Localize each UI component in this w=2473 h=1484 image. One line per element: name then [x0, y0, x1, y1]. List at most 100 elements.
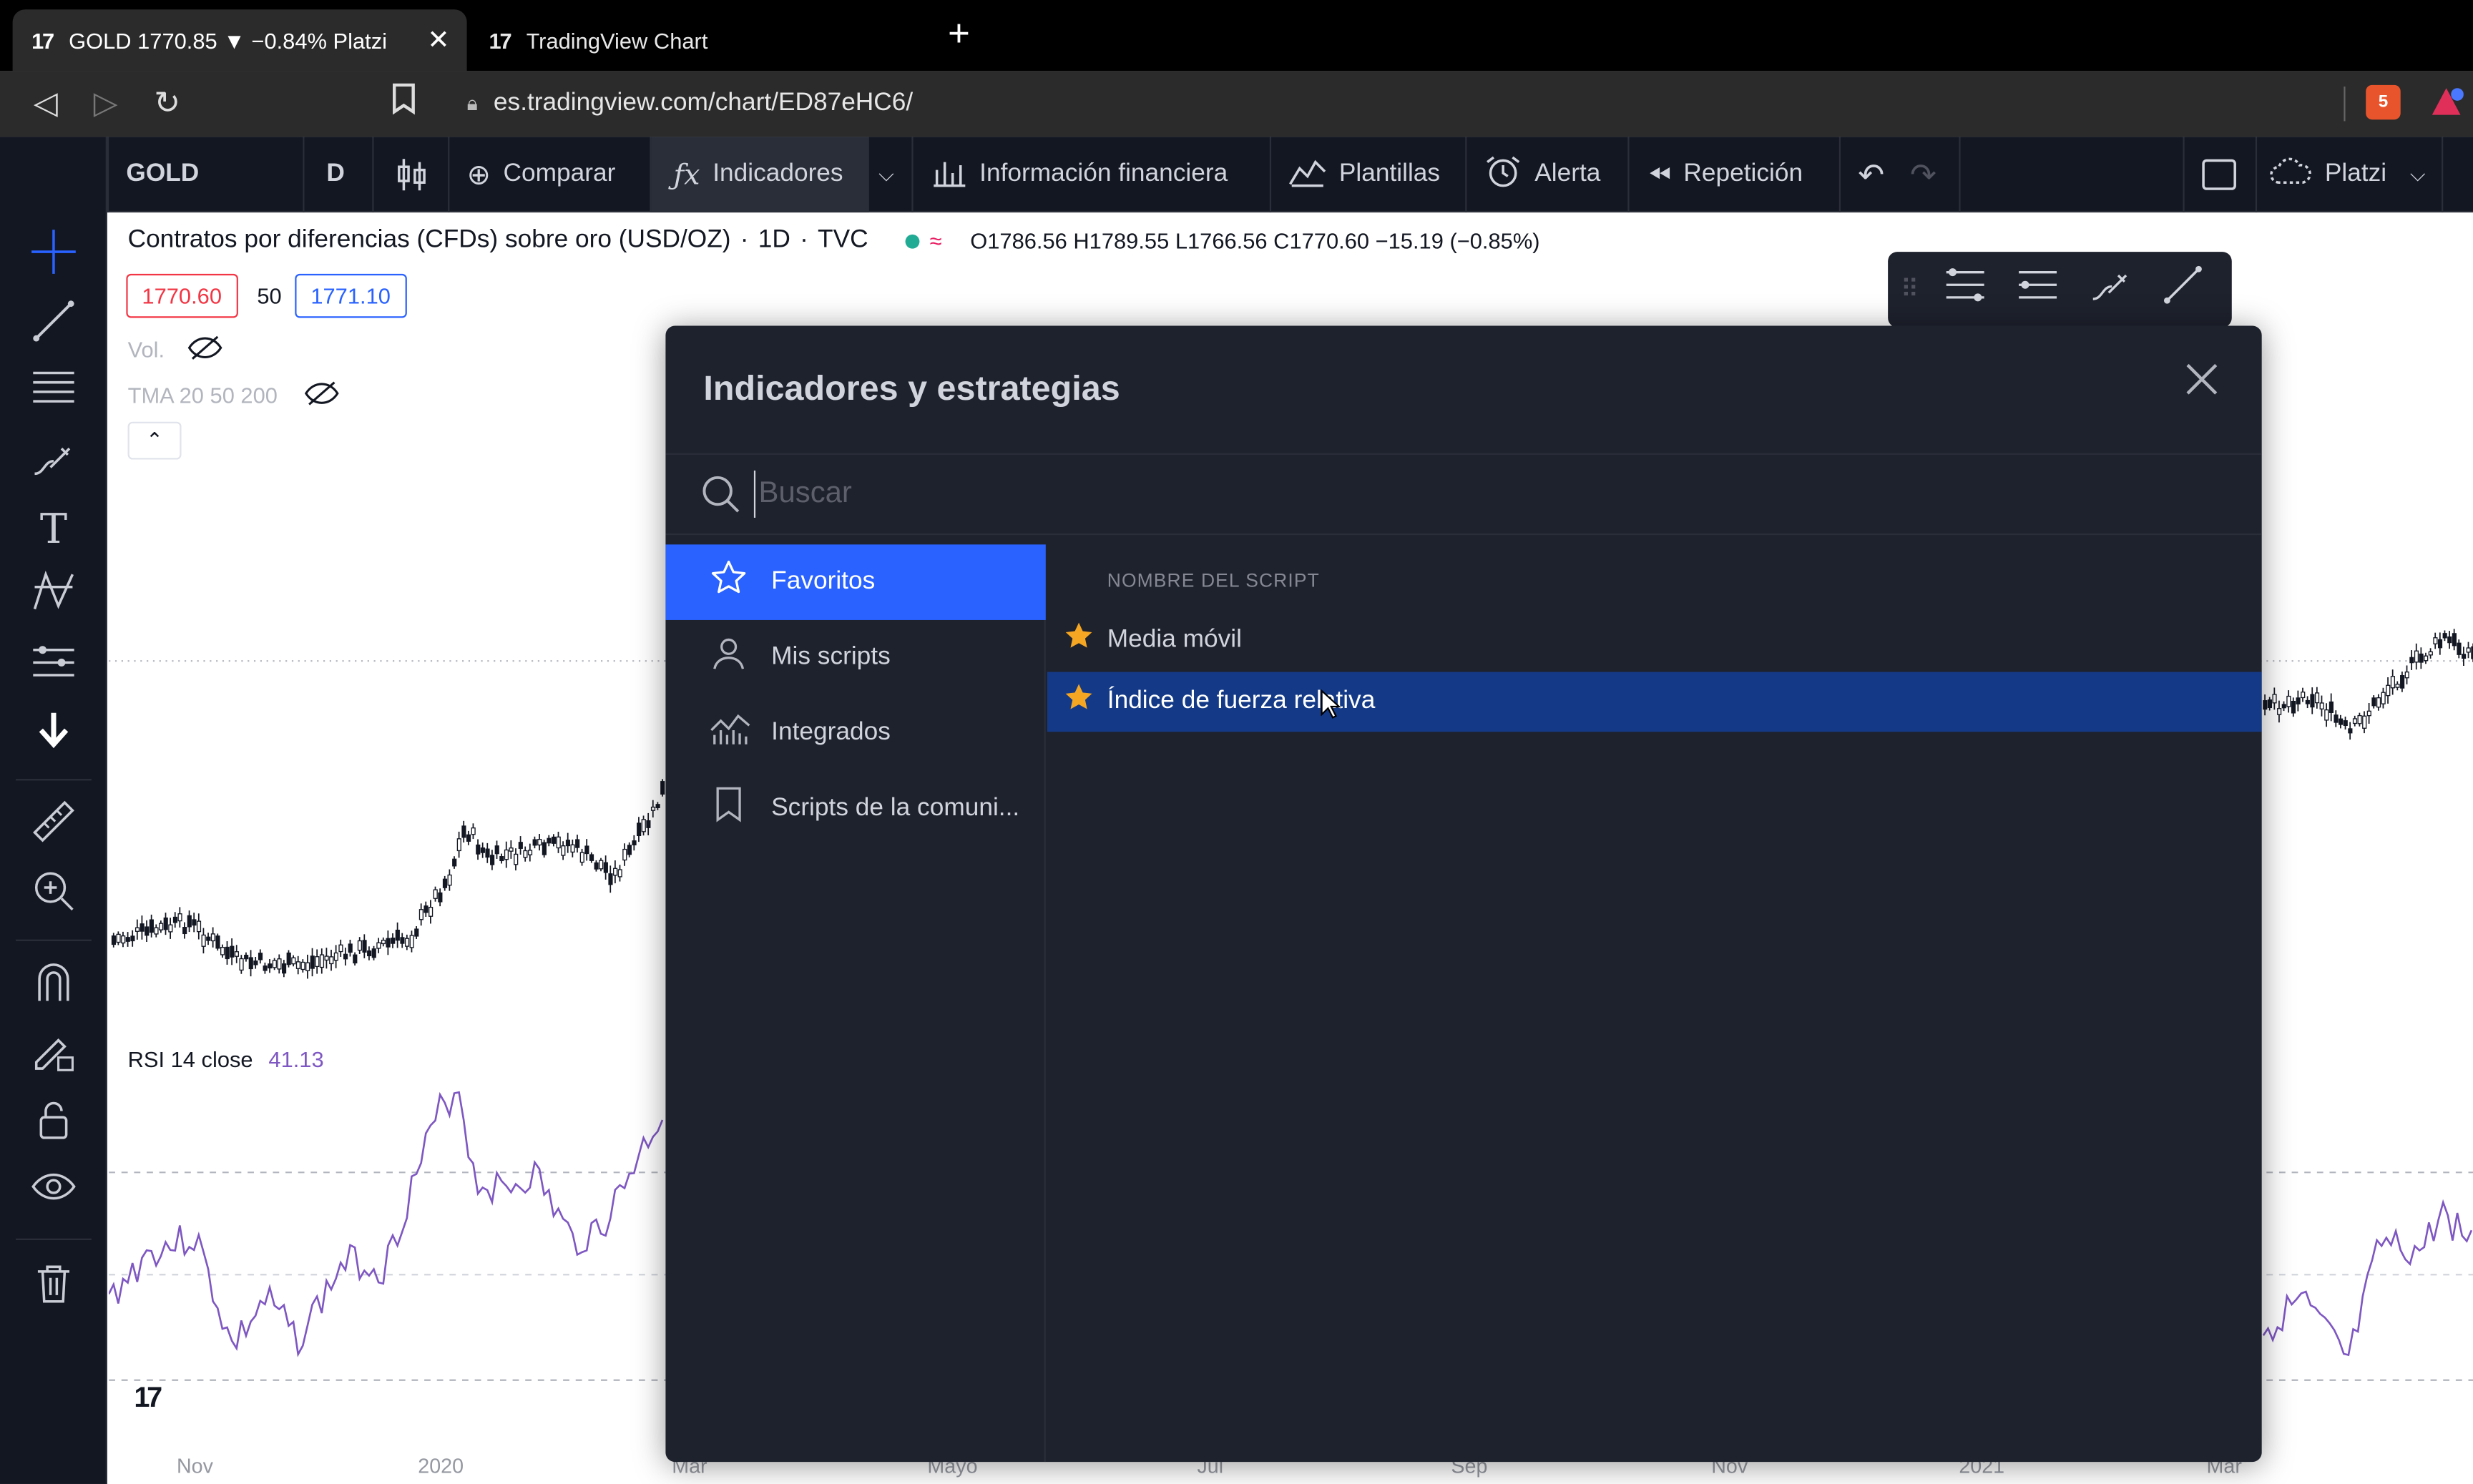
candle — [565, 840, 571, 847]
indicators-dropdown-icon[interactable]: ⌵ — [878, 137, 894, 212]
volume-label: Vol. — [127, 336, 165, 363]
undo-icon[interactable]: ↶ — [1858, 137, 1884, 212]
divider — [2344, 87, 2346, 122]
candle — [452, 858, 457, 867]
candle — [145, 926, 150, 936]
candle — [575, 839, 580, 848]
favorite-tool-fib-icon[interactable] — [1929, 265, 2001, 315]
alert-button[interactable]: Alerta — [1484, 137, 1600, 212]
buy-price-button[interactable]: 1771.10 — [295, 273, 406, 318]
layout-dropdown-icon[interactable]: ⌵ — [2410, 137, 2426, 212]
category-favorites[interactable]: Favoritos — [665, 544, 1046, 620]
script-item-rsi[interactable]: Índice de fuerza relativa — [1047, 672, 2262, 732]
close-icon[interactable] — [2183, 360, 2220, 408]
category-label: Mis scripts — [771, 643, 891, 671]
arrow-down-icon[interactable] — [22, 707, 85, 763]
ruler-icon[interactable] — [22, 798, 85, 855]
candle — [438, 892, 443, 903]
interval-button[interactable]: D — [326, 137, 344, 212]
eye-icon[interactable] — [22, 1166, 85, 1222]
trash-icon[interactable] — [22, 1261, 85, 1317]
candle — [646, 820, 651, 828]
prediction-icon[interactable] — [22, 637, 85, 694]
candle — [594, 862, 599, 870]
drag-handle-icon[interactable]: ⠿ — [1901, 274, 1929, 305]
brave-rewards-icon[interactable] — [2429, 85, 2464, 119]
crosshair-icon[interactable] — [22, 228, 85, 285]
brave-shield-icon[interactable]: 5 — [2366, 84, 2401, 120]
back-icon[interactable]: ◁ — [25, 84, 66, 123]
sell-price-button[interactable]: 1770.60 — [126, 273, 238, 318]
redo-icon[interactable]: ↷ — [1910, 137, 1936, 212]
favorite-star-icon[interactable] — [1063, 682, 1095, 722]
favorite-star-icon[interactable] — [1063, 620, 1095, 661]
bookmark-icon[interactable] — [383, 83, 424, 123]
reload-icon[interactable]: ↻ — [147, 84, 187, 123]
hidden-eye-icon[interactable] — [187, 333, 222, 366]
candle — [305, 962, 310, 971]
brush-icon[interactable] — [22, 436, 85, 493]
pattern-icon[interactable] — [22, 568, 85, 624]
candle — [617, 869, 622, 878]
candle — [613, 868, 618, 876]
save-layout-button[interactable]: Platzi — [2268, 137, 2386, 212]
candle — [177, 913, 182, 922]
new-tab-button[interactable]: + — [940, 13, 978, 57]
candle — [423, 905, 429, 913]
financials-button[interactable]: Información financiera — [932, 137, 1228, 212]
list-header: NOMBRE DEL SCRIPT — [1107, 569, 1320, 592]
close-tab-icon[interactable]: ✕ — [419, 24, 457, 56]
candle — [2433, 637, 2438, 644]
candle — [286, 952, 291, 965]
chart-type-candles-icon[interactable] — [394, 137, 429, 212]
candle — [201, 934, 206, 947]
candle — [627, 845, 632, 855]
fib-retracement-icon[interactable] — [22, 363, 85, 420]
category-label: Integrados — [771, 719, 891, 746]
candle — [196, 920, 202, 933]
trend-line-icon[interactable] — [22, 298, 85, 354]
search-input[interactable] — [753, 470, 2174, 518]
layout-select-icon[interactable] — [2200, 137, 2238, 212]
candle — [2366, 710, 2371, 717]
forward-icon[interactable]: ▷ — [85, 84, 126, 123]
compare-label: Comparar — [503, 160, 616, 187]
browser-tab-gold[interactable]: 17 GOLD 1770.85 ▼ −0.84% Platzi ✕ — [12, 9, 467, 72]
candle — [2291, 700, 2296, 714]
candle — [111, 935, 117, 945]
candle — [116, 933, 121, 943]
candle — [2428, 651, 2433, 656]
candle — [210, 933, 215, 942]
favorite-tool-prediction-icon[interactable] — [2002, 265, 2074, 315]
replay-button[interactable]: ⏪︎ Repetición — [1648, 137, 1803, 212]
category-my-scripts[interactable]: Mis scripts — [665, 620, 1045, 696]
collapse-legend-button[interactable]: ⌃ — [127, 421, 182, 460]
browser-tab-bar: 17 GOLD 1770.85 ▼ −0.84% Platzi ✕ 17 Tra… — [0, 0, 2473, 72]
candle — [391, 938, 396, 944]
hidden-eye-icon[interactable] — [304, 379, 340, 412]
favorite-tool-brush-icon[interactable] — [2074, 265, 2146, 315]
candle — [2404, 671, 2409, 679]
candle — [371, 948, 376, 958]
lock-drawing-icon[interactable] — [22, 1028, 85, 1084]
templates-button[interactable]: Plantillas — [1288, 137, 1440, 212]
zoom-in-icon[interactable] — [22, 867, 85, 923]
script-item-moving-average[interactable]: Media móvil — [1047, 611, 2262, 671]
category-community-scripts[interactable]: Scripts de la comuni... — [665, 771, 1045, 847]
unlock-icon[interactable] — [22, 1097, 85, 1154]
compare-button[interactable]: ⊕ Comparar — [467, 137, 616, 212]
category-built-ins[interactable]: Integrados — [665, 696, 1045, 772]
symbol-search-button[interactable]: GOLD — [126, 137, 199, 212]
indicators-button[interactable]: ƒx Indicadores — [651, 137, 869, 213]
browser-tab-tradingview[interactable]: 17 TradingView Chart — [473, 9, 922, 71]
candle — [220, 947, 225, 955]
candle — [2462, 654, 2467, 659]
favorite-tool-trendline-icon[interactable] — [2147, 265, 2219, 315]
url-field[interactable]: 🔒︎ es.tradingview.com/chart/ED87eHC6/ — [454, 80, 2331, 127]
candle — [637, 822, 642, 837]
magnet-icon[interactable] — [22, 958, 85, 1015]
candle — [476, 844, 481, 855]
tradingview-logo-icon: 17 — [489, 27, 511, 53]
candle — [258, 953, 263, 960]
text-tool-icon[interactable]: T — [22, 502, 85, 559]
